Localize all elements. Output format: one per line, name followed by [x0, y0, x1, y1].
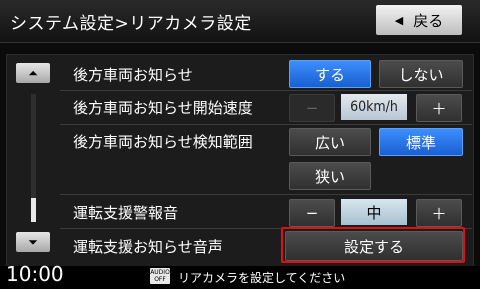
- alarm-minus-button[interactable]: −: [289, 199, 335, 227]
- notify-on-button[interactable]: する: [289, 60, 371, 88]
- back-arrow-icon: ◀: [394, 13, 404, 27]
- speed-value: 60km/h: [341, 94, 407, 120]
- alarm-value: 中: [341, 199, 407, 225]
- audio-icon-top: AUDIO: [150, 269, 170, 276]
- clock: 10:00: [6, 262, 64, 286]
- scroll-down-button[interactable]: ⏷: [16, 232, 50, 252]
- header-bar: システム設定>リアカメラ設定 ◀ 戻る: [0, 0, 480, 43]
- audio-off-icon: AUDIO OFF: [150, 268, 170, 284]
- double-chevron-down-icon: ⏷: [28, 234, 38, 249]
- page-title: システム設定>リアカメラ設定: [10, 14, 252, 34]
- speed-plus-button[interactable]: ＋: [416, 94, 462, 122]
- row-label-start-speed: 後方車両お知らせ開始速度: [73, 99, 253, 117]
- scroll-up-button[interactable]: ⏶: [16, 63, 50, 83]
- row-label-notify: 後方車両お知らせ: [73, 66, 193, 84]
- row-label-alarm: 運転支援警報音: [73, 204, 179, 222]
- double-chevron-up-icon: ⏶: [28, 65, 38, 80]
- status-message: リアカメラを設定してください: [178, 271, 346, 285]
- range-standard-button[interactable]: 標準: [379, 128, 463, 156]
- speed-minus-button[interactable]: −: [289, 94, 335, 122]
- back-button[interactable]: ◀ 戻る: [376, 5, 462, 35]
- row-label-sound: 運転支援お知らせ音声: [73, 238, 223, 256]
- alarm-plus-button[interactable]: ＋: [416, 199, 462, 227]
- row-divider: [60, 124, 472, 125]
- range-narrow-button[interactable]: 狭い: [289, 162, 371, 190]
- focus-highlight-frame: [281, 227, 465, 263]
- row-label-range: 後方車両お知らせ検知範囲: [73, 133, 253, 151]
- back-label: 戻る: [413, 11, 444, 30]
- row-divider: [60, 90, 472, 91]
- notify-off-button[interactable]: しない: [379, 60, 463, 88]
- range-wide-button[interactable]: 広い: [289, 128, 371, 156]
- audio-icon-bottom: OFF: [154, 276, 166, 283]
- row-divider: [60, 194, 472, 195]
- scrollbar-thumb[interactable]: [31, 198, 36, 222]
